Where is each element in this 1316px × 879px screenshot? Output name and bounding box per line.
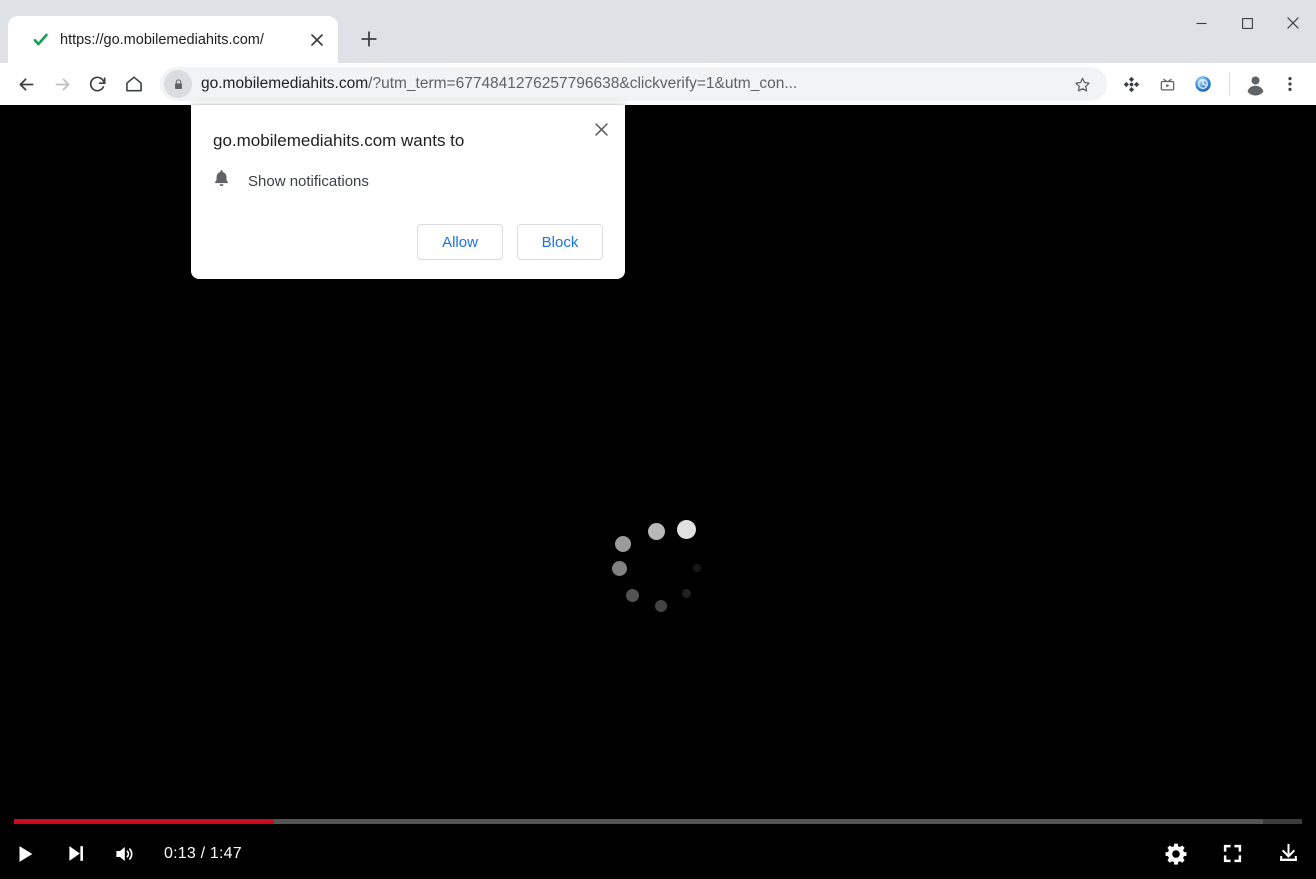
video-controls-bar: 0:13 / 1:47 bbox=[0, 828, 1316, 879]
toolbar-divider bbox=[1229, 73, 1230, 95]
dialog-close-icon[interactable] bbox=[587, 115, 615, 143]
permission-row: Show notifications bbox=[213, 169, 369, 193]
reload-icon[interactable] bbox=[80, 66, 116, 102]
browser-tab[interactable]: https://go.mobilemediahits.com/ bbox=[8, 16, 338, 63]
address-bar[interactable]: go.mobilemediahits.com/?utm_term=6774841… bbox=[160, 67, 1107, 101]
bell-icon bbox=[213, 169, 230, 193]
tab-strip: https://go.mobilemediahits.com/ bbox=[0, 0, 1316, 63]
green-check-icon bbox=[30, 30, 50, 50]
extension-blue-globe-icon[interactable] bbox=[1185, 66, 1221, 102]
maximize-icon[interactable] bbox=[1224, 0, 1270, 46]
chrome-menu-icon[interactable] bbox=[1272, 66, 1308, 102]
window-controls bbox=[1178, 0, 1316, 46]
minimize-icon[interactable] bbox=[1178, 0, 1224, 46]
browser-window: https://go.mobilemediahits.com/ go.mobil… bbox=[0, 0, 1316, 879]
play-icon[interactable] bbox=[0, 829, 50, 879]
progress-track[interactable] bbox=[14, 818, 1302, 824]
extension-diamond-icon[interactable] bbox=[1113, 66, 1149, 102]
extension-video-downloader-icon[interactable] bbox=[1149, 66, 1185, 102]
allow-button[interactable]: Allow bbox=[417, 224, 503, 260]
home-icon[interactable] bbox=[116, 66, 152, 102]
progress-played bbox=[14, 818, 275, 824]
window-close-icon[interactable] bbox=[1270, 0, 1316, 46]
download-icon[interactable] bbox=[1260, 829, 1316, 879]
tab-title: https://go.mobilemediahits.com/ bbox=[60, 31, 264, 48]
address-bar-host: go.mobilemediahits.com bbox=[201, 75, 369, 92]
settings-gear-icon[interactable] bbox=[1148, 829, 1204, 879]
volume-icon[interactable] bbox=[100, 829, 150, 879]
lock-icon[interactable] bbox=[164, 70, 192, 98]
dialog-title: go.mobilemediahits.com wants to bbox=[213, 131, 465, 150]
close-icon[interactable] bbox=[304, 27, 330, 53]
browser-toolbar: go.mobilemediahits.com/?utm_term=6774841… bbox=[0, 63, 1316, 105]
address-bar-text: go.mobilemediahits.com/?utm_term=6774841… bbox=[201, 75, 1065, 93]
address-bar-path: /?utm_term=6774841276257796638&clickveri… bbox=[368, 75, 798, 92]
video-progress-bar[interactable] bbox=[0, 814, 1316, 828]
permission-label: Show notifications bbox=[248, 172, 369, 190]
back-icon[interactable] bbox=[8, 66, 44, 102]
notification-permission-dialog: go.mobilemediahits.com wants to Show not… bbox=[191, 105, 625, 279]
fullscreen-icon[interactable] bbox=[1204, 829, 1260, 879]
time-display: 0:13 / 1:47 bbox=[164, 844, 242, 862]
bookmark-star-icon[interactable] bbox=[1065, 67, 1099, 101]
next-track-icon[interactable] bbox=[50, 829, 100, 879]
profile-avatar[interactable] bbox=[1238, 67, 1272, 101]
block-button[interactable]: Block bbox=[517, 224, 603, 260]
forward-icon[interactable] bbox=[44, 66, 80, 102]
new-tab-button[interactable] bbox=[352, 22, 386, 56]
dialog-actions: Allow Block bbox=[417, 224, 603, 260]
